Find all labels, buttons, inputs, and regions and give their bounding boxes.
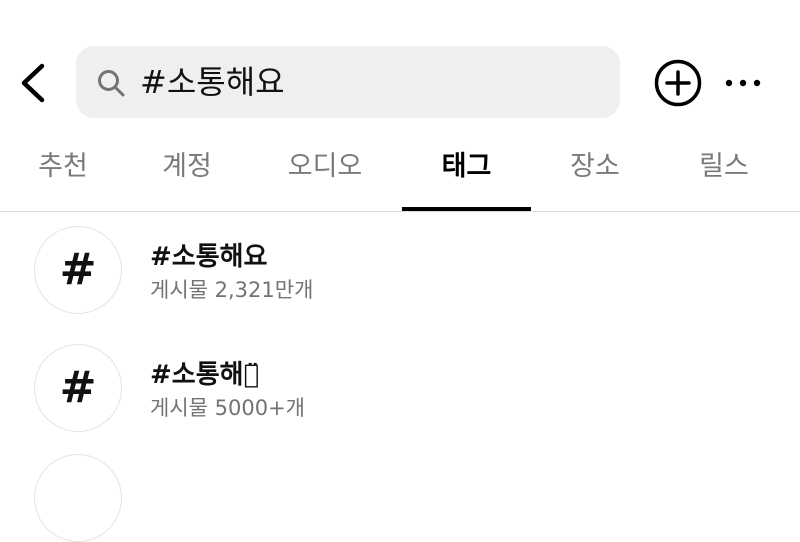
tab-recommended[interactable]: 추천 (4, 140, 122, 210)
list-item[interactable]: # #소통해요 게시물 2,321만개 (0, 212, 800, 322)
search-icon (98, 70, 125, 97)
hashtag-icon (34, 454, 122, 542)
hashtag-name: #소통해요 (150, 242, 268, 272)
chevron-left-icon (21, 63, 45, 103)
tab-places[interactable]: 장소 (536, 140, 654, 210)
tab-reels[interactable]: 릴스 (664, 140, 784, 210)
top-bar: #소통해요 (0, 0, 800, 140)
hashtag-name: #소통해요̈ (150, 360, 260, 390)
search-bar[interactable]: #소통해요 (76, 46, 620, 118)
plus-circle-icon (654, 59, 702, 107)
tab-tags[interactable]: 태그 (402, 140, 531, 210)
back-button[interactable] (14, 58, 54, 108)
add-button[interactable] (652, 57, 704, 109)
more-options-button[interactable] (722, 70, 764, 96)
list-item[interactable]: # #소통해요̈ 게시물 5000+개 (0, 330, 800, 440)
search-tabs: 추천 계정 오디오 태그 장소 릴스 (0, 140, 800, 212)
search-input[interactable]: #소통해요 (140, 46, 285, 118)
tab-audio[interactable]: 오디오 (262, 140, 388, 210)
hashtag-icon: # (34, 226, 122, 314)
hashtag-icon: # (34, 344, 122, 432)
ellipsis-icon (725, 79, 761, 87)
tab-accounts[interactable]: 계정 (128, 140, 246, 210)
post-count: 게시물 5000+개 (150, 396, 305, 420)
post-count: 게시물 2,321만개 (150, 278, 314, 302)
